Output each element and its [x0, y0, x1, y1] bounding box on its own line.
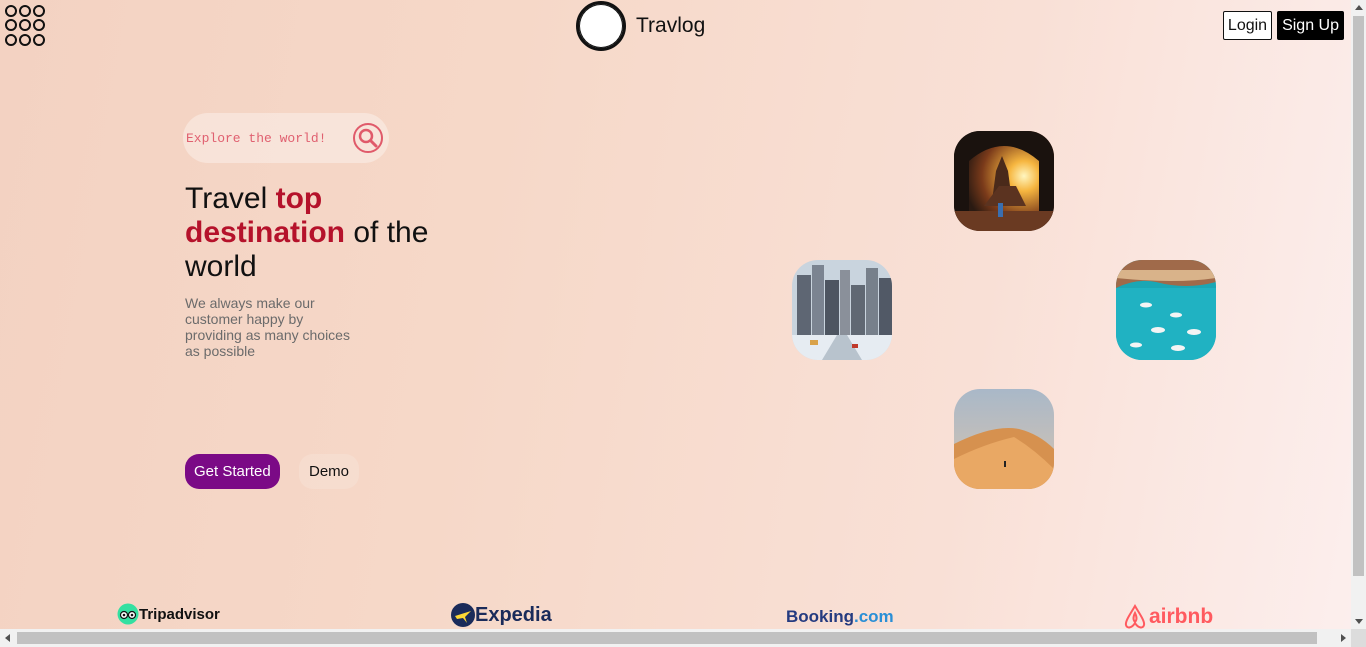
partner-expedia: Expedia — [451, 603, 552, 627]
desert-dune-image[interactable] — [954, 389, 1054, 489]
hero-subtext: We always make our customer happy by pro… — [185, 295, 350, 359]
partner-airbnb: airbnb — [1121, 603, 1213, 629]
temple-sunset-image[interactable] — [954, 131, 1054, 231]
scroll-down-icon[interactable] — [1355, 619, 1363, 624]
brand-name: Travlog — [636, 14, 706, 37]
demo-button[interactable]: Demo — [299, 454, 360, 489]
vertical-scrollbar[interactable] — [1351, 0, 1366, 629]
scroll-left-icon[interactable] — [5, 634, 10, 642]
signup-button[interactable]: Sign Up — [1277, 11, 1344, 40]
search-input[interactable] — [186, 130, 351, 146]
hero-headline: Travel top destination of the world — [185, 182, 445, 284]
login-button[interactable]: Login — [1222, 11, 1273, 40]
horizontal-scroll-thumb[interactable] — [17, 632, 1317, 644]
partner-booking: Booking .com — [786, 607, 894, 627]
airbnb-label: airbnb — [1149, 605, 1214, 628]
get-started-button[interactable]: Get Started — [185, 454, 280, 489]
vertical-scroll-thumb[interactable] — [1353, 16, 1364, 576]
booking-suffix: .com — [854, 607, 894, 626]
horizontal-scrollbar[interactable] — [0, 629, 1351, 647]
scroll-right-icon[interactable] — [1341, 634, 1346, 642]
headline-part1: Travel — [185, 182, 276, 215]
tripadvisor-owl-icon — [117, 603, 139, 625]
scrollbar-corner — [1351, 629, 1366, 647]
landing-page: Travlog Login Sign Up Travel top destina… — [0, 0, 1351, 629]
snowy-city-image[interactable] — [792, 260, 892, 360]
expedia-label: Expedia — [475, 603, 552, 626]
auth-buttons: Login Sign Up — [1222, 11, 1344, 40]
airbnb-logo-icon — [1124, 603, 1146, 629]
tripadvisor-label: Tripadvisor — [139, 605, 220, 623]
grid-menu-icon[interactable] — [5, 5, 46, 46]
coastal-bay-image[interactable] — [1116, 260, 1216, 360]
partner-tripadvisor: Tripadvisor — [117, 603, 220, 625]
search-icon[interactable] — [351, 121, 385, 155]
circle-logo-icon — [576, 1, 626, 51]
brand[interactable]: Travlog — [576, 1, 705, 51]
search-bar — [183, 113, 389, 163]
booking-label: Booking — [786, 607, 854, 626]
expedia-plane-icon — [451, 603, 475, 627]
scroll-up-icon[interactable] — [1355, 5, 1363, 10]
